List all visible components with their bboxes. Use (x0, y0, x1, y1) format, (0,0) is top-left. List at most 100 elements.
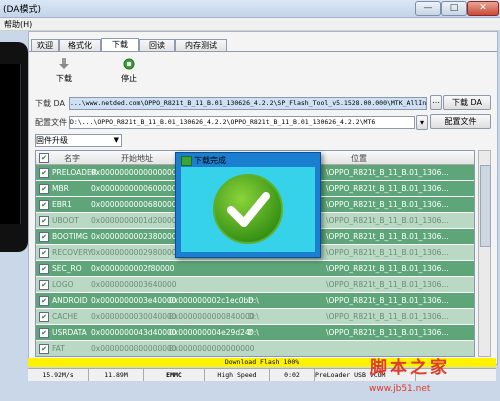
row-start-address: 0x0000000043d40000 (91, 328, 177, 337)
mode-select-value: 固件升级 (36, 136, 68, 145)
download-label: 下载 (56, 74, 72, 83)
table-row[interactable]: ✔ SEC_RO 0x0000000002f80000 \OPPO_R821t_B_1… (36, 261, 474, 277)
row-size: 0x0000000000000000 (169, 344, 255, 353)
row-size: 0x000000004e29d24f (169, 328, 253, 337)
row-name: SEC_RO (52, 264, 82, 273)
chevron-down-icon: ▼ (113, 136, 119, 144)
status-usb-speed: High Speed (205, 369, 270, 381)
row-checkbox[interactable]: ✔ (39, 264, 49, 274)
table-row[interactable]: ✔ ANDROID 0x0000000003e40000 0x000000002c1e… (36, 293, 474, 309)
header-start-address: 开始地址 (121, 154, 153, 163)
row-checkbox[interactable]: ✔ (39, 312, 49, 322)
row-name: UBOOT (52, 216, 79, 225)
tab-download[interactable]: 下载 (101, 38, 139, 52)
header-location: 位置 (351, 154, 367, 163)
dialog-body (181, 167, 315, 252)
download-agent-label: 下载 DA (35, 99, 66, 108)
row-location: \OPPO_R821t_B_11_B.01_1306... (326, 264, 449, 273)
row-drive: D:\ (248, 328, 259, 337)
stop-label: 停止 (121, 74, 137, 83)
window-titlebar: (DA模式) — □ ✕ (0, 0, 500, 18)
row-size: 0x0000000000840000 (169, 312, 255, 321)
row-location: \OPPO_R821t_B_11_B.01_1306... (326, 168, 449, 177)
header-name: 名字 (64, 154, 80, 163)
table-row[interactable]: ✔ LOGO 0x0000000003640000 \OPPO_R821t_B_11_… (36, 277, 474, 293)
dialog-title: 下载完成 (194, 156, 226, 165)
mode-select[interactable]: 固件升级 ▼ (35, 134, 122, 147)
row-checkbox[interactable]: ✔ (39, 328, 49, 338)
row-start-address: 0x0000000000000000 (91, 168, 177, 177)
row-checkbox[interactable]: ✔ (39, 232, 49, 242)
success-check-icon (213, 174, 283, 244)
minimize-button[interactable]: — (415, 1, 441, 16)
menu-bar: 帮助(H) (0, 18, 500, 31)
table-scrollbar[interactable] (478, 150, 491, 357)
row-start-address: 0x0000000003640000 (91, 280, 177, 289)
maximize-button[interactable]: □ (441, 1, 467, 16)
row-checkbox[interactable]: ✔ (39, 216, 49, 226)
download-agent-browse-icon[interactable]: ⋯ (430, 95, 442, 110)
table-row[interactable]: ✔ USRDATA 0x0000000043d40000 0x000000004e29… (36, 325, 474, 341)
row-location: \OPPO_R821t_B_11_B.01_1306... (326, 232, 449, 241)
download-agent-path[interactable]: ...\www.netded.com\OPPO_R821t_B_11_B.01_… (69, 97, 427, 110)
row-location: \OPPO_R821t_B_11_B.01_1306... (326, 312, 449, 321)
status-time: 0:02 (270, 369, 315, 381)
row-location: \OPPO_R821t_B_11_B.01_1306... (326, 248, 449, 257)
row-name: MBR (52, 184, 69, 193)
row-drive: D:\ (248, 296, 259, 305)
stop-button[interactable]: 停止 (111, 58, 147, 86)
download-button[interactable]: 下载 (46, 58, 82, 86)
device-image (0, 42, 28, 252)
watermark-url: www.jb51.net (369, 384, 431, 394)
close-button[interactable]: ✕ (467, 1, 499, 16)
row-name: CACHE (52, 312, 78, 321)
row-name: RECOVERY (52, 248, 93, 257)
scatter-file-path[interactable]: D:\...\OPPO_R821t_B_11_B.01_130626_4.2.2… (69, 116, 415, 129)
menu-help[interactable]: 帮助(H) (4, 19, 32, 30)
row-location: \OPPO_R821t_B_11_B.01_1306... (326, 200, 449, 209)
status-speed: 15.92M/s (28, 369, 89, 381)
row-drive: D:\ (248, 312, 259, 321)
device-screen (0, 64, 21, 224)
row-start-address: 0x0000000002f80000 (91, 264, 175, 273)
status-size: 11.89M (89, 369, 144, 381)
row-start-address: 0x0000000000600000 (91, 184, 177, 193)
row-start-address: 0x0000000001d20000 (91, 216, 177, 225)
row-checkbox[interactable]: ✔ (39, 168, 49, 178)
row-location: \OPPO_R821t_B_11_B.01_1306... (326, 296, 449, 305)
row-location: \OPPO_R821t_B_11_B.01_1306... (326, 184, 449, 193)
dialog-app-icon (181, 156, 192, 166)
watermark-text: 脚本之家 (370, 358, 450, 378)
progress-text: Download Flash 100% (224, 358, 300, 366)
row-name: ANDROID (52, 296, 88, 305)
row-checkbox[interactable]: ✔ (39, 248, 49, 258)
window-title: (DA模式) (3, 5, 41, 15)
row-checkbox[interactable]: ✔ (39, 344, 49, 354)
row-name: USRDATA (52, 328, 87, 337)
status-storage: EMMC (144, 369, 205, 381)
row-start-address: 0x0000000002380000 (91, 232, 177, 241)
row-location: \OPPO_R821t_B_11_B.01_1306... (326, 216, 449, 225)
scatter-file-label: 配置文件 (35, 118, 67, 127)
row-name: FAT (52, 344, 65, 353)
download-arrow-icon (59, 58, 69, 69)
scatter-file-dropdown-icon[interactable]: ▾ (416, 115, 428, 130)
row-checkbox[interactable]: ✔ (39, 296, 49, 306)
row-start-address: 0x0000000000680000 (91, 200, 177, 209)
row-checkbox[interactable]: ✔ (39, 280, 49, 290)
row-name: LOGO (52, 280, 74, 289)
row-start-address: 0x0000000002980000 (91, 248, 177, 257)
scrollbar-thumb[interactable] (480, 165, 491, 247)
row-size: 0x000000002c1ec0bb (169, 296, 254, 305)
row-checkbox[interactable]: ✔ (39, 184, 49, 194)
scatter-file-button[interactable]: 配置文件 (430, 114, 491, 129)
row-name: EBR1 (52, 200, 72, 209)
tab-divider (29, 51, 497, 52)
row-name: BOOTIMG (52, 232, 88, 241)
select-all-checkbox[interactable]: ✔ (39, 153, 49, 163)
download-complete-dialog: 下载完成 (175, 152, 321, 258)
stop-icon (123, 58, 135, 70)
table-row[interactable]: ✔ CACHE 0x0000000030040000 0x00000000008400… (36, 309, 474, 325)
download-agent-button[interactable]: 下载 DA (443, 95, 491, 110)
row-checkbox[interactable]: ✔ (39, 200, 49, 210)
